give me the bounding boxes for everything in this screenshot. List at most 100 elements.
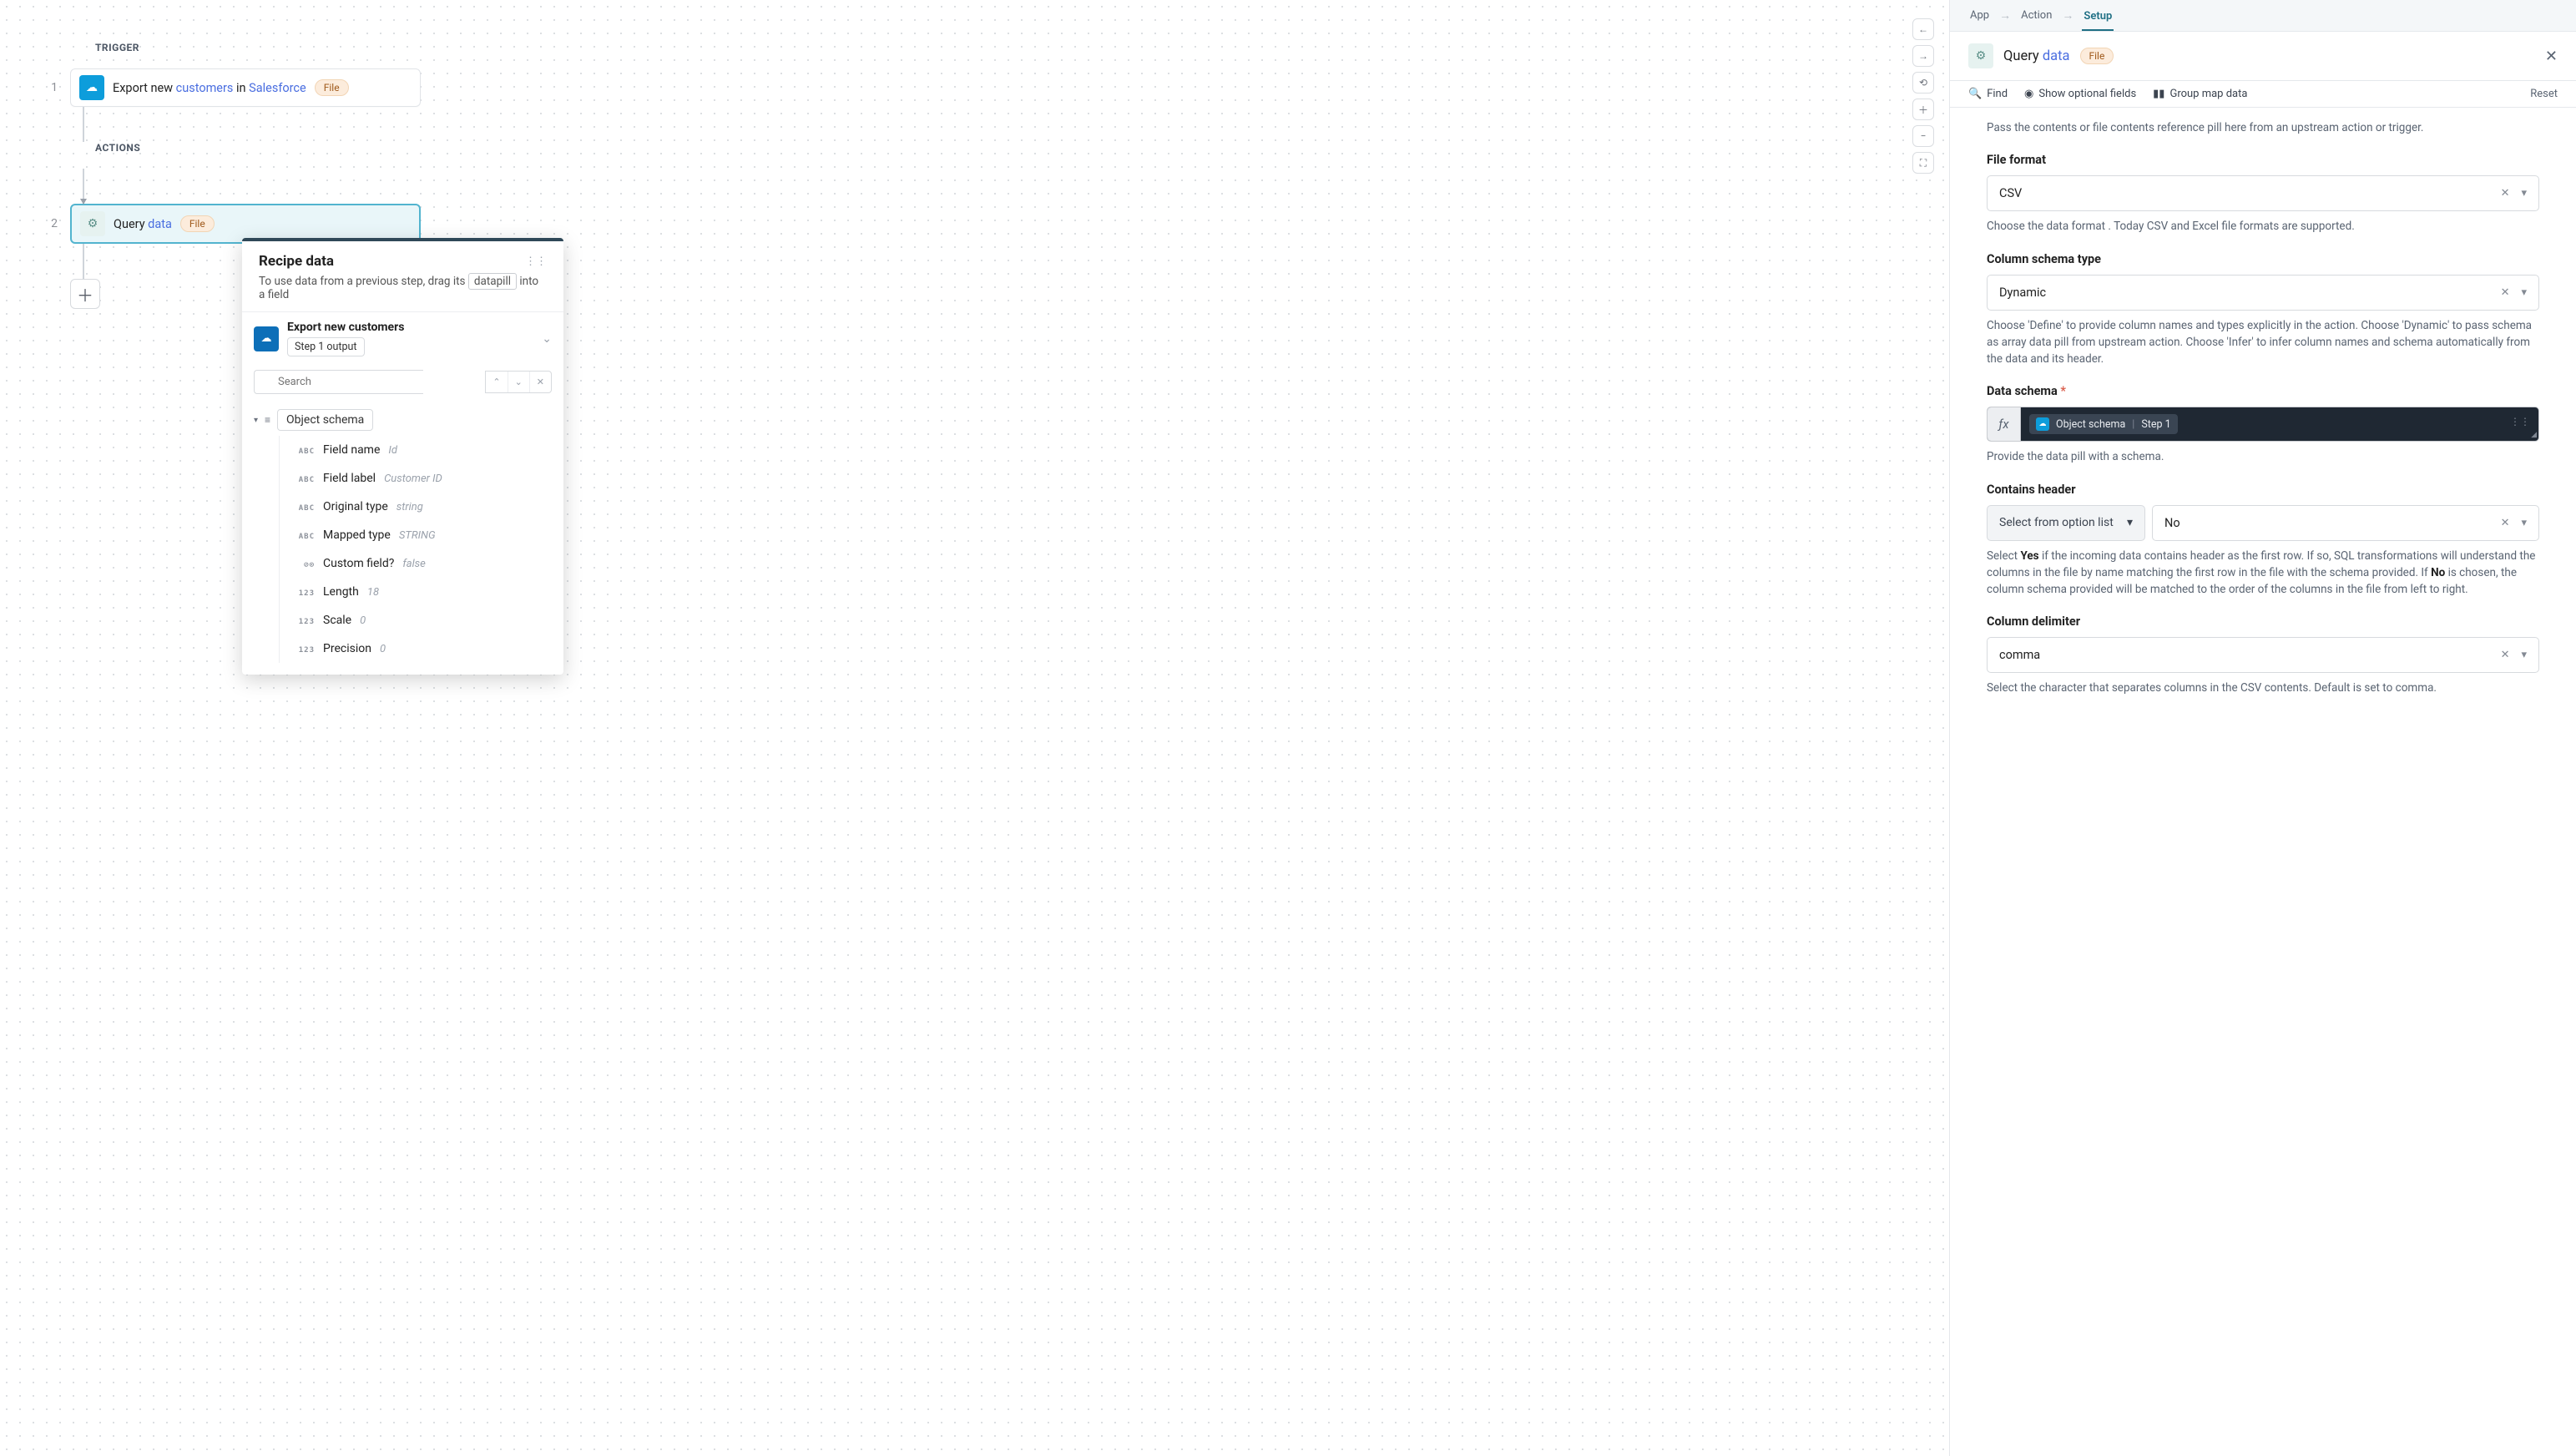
contains-header-helper: Select Yes if the incoming data contains… — [1987, 548, 2539, 599]
collapse-up-icon[interactable]: ⌃ — [486, 372, 507, 392]
column-delimiter-helper: Select the character that separates colu… — [1987, 680, 2539, 696]
recipe-data-title: Recipe data — [259, 253, 334, 270]
clear-icon[interactable]: ✕ — [2501, 286, 2510, 299]
chevron-down-icon[interactable]: ▾ — [2521, 649, 2527, 661]
file-badge: File — [2080, 48, 2114, 64]
datapill-item[interactable]: ABCMapped typeSTRING — [280, 521, 552, 549]
step-1-text: Export new customers in Salesforce — [113, 81, 306, 95]
canvas-undo-button[interactable]: ⟲ — [1912, 72, 1934, 94]
search-controls: ⌃ ⌄ ✕ — [485, 371, 552, 393]
resize-handle-icon[interactable]: ◢ — [2531, 431, 2537, 439]
config-title: Query data — [2003, 48, 2070, 64]
contains-header-label: Contains header — [1987, 483, 2539, 497]
drag-handle-icon[interactable]: ⋮⋮ — [525, 255, 547, 268]
close-panel-button[interactable]: ✕ — [2545, 48, 2558, 65]
config-form: Pass the contents or file contents refer… — [1950, 108, 2576, 1456]
datapill-item[interactable]: ABCField nameId — [280, 436, 552, 464]
clear-icon[interactable]: ✕ — [2501, 187, 2510, 200]
connector-line — [83, 107, 84, 142]
tab-setup[interactable]: Setup — [2082, 2, 2114, 31]
salesforce-icon: ☁︎ — [79, 75, 104, 100]
config-tabs: App → Action → Setup — [1950, 0, 2576, 32]
connector-line — [83, 244, 84, 279]
canvas-fit-button[interactable]: ⛶ — [1912, 152, 1934, 174]
data-schema-formula-input[interactable]: ƒx ☁︎ Object schema | Step 1 ⋮⋮ ◢ — [1987, 407, 2539, 442]
chevron-down-icon[interactable]: ▾ — [2521, 286, 2527, 299]
clear-search-icon[interactable]: ✕ — [529, 372, 551, 392]
step-1-row[interactable]: 1 ☁︎ Export new customers in Salesforce … — [50, 68, 1899, 107]
list-icon: ≡ — [265, 414, 270, 426]
columns-icon: ▮▮ — [2153, 88, 2164, 100]
recipe-canvas: ← → ⟲ ＋ − ⛶ TRIGGER 1 ☁︎ Export new cust… — [0, 0, 1950, 1456]
file-tools-icon: ⚙ — [80, 211, 105, 236]
chevron-down-icon[interactable]: ▾ — [2521, 517, 2527, 529]
datapill-item[interactable]: 123Scale0 — [280, 606, 552, 634]
salesforce-icon: ☁︎ — [254, 326, 279, 351]
drag-handle-icon[interactable]: ⋮⋮ — [2510, 416, 2530, 427]
datapill-item[interactable]: 123Length18 — [280, 578, 552, 606]
input-mode-select[interactable]: Select from option list ▾ — [1987, 505, 2145, 541]
canvas-zoom-out-button[interactable]: − — [1912, 125, 1934, 147]
pass-contents-helper: Pass the contents or file contents refer… — [1987, 119, 2539, 136]
object-schema-pill[interactable]: Object schema — [277, 409, 373, 431]
chevron-down-icon: ▾ — [2127, 516, 2133, 529]
recipe-data-hint: To use data from a previous step, drag i… — [259, 275, 547, 301]
group-map-data-button[interactable]: ▮▮Group map data — [2153, 88, 2247, 100]
file-badge: File — [180, 215, 215, 232]
file-tools-icon: ⚙ — [1968, 43, 1993, 68]
file-format-label: File format — [1987, 153, 2539, 167]
column-delimiter-select[interactable]: comma ✕▾ — [1987, 637, 2539, 673]
step-number: 2 — [50, 217, 58, 230]
file-format-select[interactable]: CSV ✕▾ — [1987, 175, 2539, 211]
canvas-forward-button[interactable]: → — [1912, 45, 1934, 67]
column-schema-type-helper: Choose 'Define' to provide column names … — [1987, 317, 2539, 368]
expand-down-icon[interactable]: ⌄ — [508, 372, 529, 392]
data-schema-helper: Provide the data pill with a schema. — [1987, 448, 2539, 465]
formula-mode-button[interactable]: ƒx — [1988, 407, 2021, 441]
recipe-data-panel: Recipe data ⋮⋮ To use data from a previo… — [242, 238, 563, 675]
column-schema-type-select[interactable]: Dynamic ✕▾ — [1987, 275, 2539, 311]
tab-action[interactable]: Action — [2019, 1, 2053, 30]
find-button[interactable]: 🔍Find — [1968, 88, 2008, 100]
canvas-toolbar: ← → ⟲ ＋ − ⛶ — [1912, 18, 1934, 174]
reset-button[interactable]: Reset — [2530, 88, 2558, 100]
datapill-item[interactable]: 123Precision0 — [280, 634, 552, 663]
arrow-right-icon: → — [1999, 8, 2011, 23]
canvas-back-button[interactable]: ← — [1912, 18, 1934, 40]
tab-app[interactable]: App — [1968, 1, 1991, 30]
config-toolbar: 🔍Find ◉Show optional fields ▮▮Group map … — [1950, 81, 2576, 108]
step-number: 1 — [50, 81, 58, 94]
data-source-section[interactable]: ☁︎ Export new customers Step 1 output ⌄ — [242, 311, 563, 365]
datapill-item[interactable]: ABCField labelCustomer ID — [280, 464, 552, 493]
tree-root-row[interactable]: ▾ ≡ Object schema — [254, 404, 552, 436]
column-delimiter-label: Column delimiter — [1987, 614, 2539, 629]
connector-arrow — [83, 169, 84, 204]
collapse-triangle-icon[interactable]: ▾ — [254, 416, 258, 425]
chevron-down-icon[interactable]: ▾ — [2521, 187, 2527, 200]
datapill-search-input[interactable] — [254, 370, 423, 394]
canvas-zoom-in-button[interactable]: ＋ — [1912, 99, 1934, 120]
column-schema-type-label: Column schema type — [1987, 252, 2539, 266]
datapill-item[interactable]: ABCOriginal typestring — [280, 493, 552, 521]
salesforce-icon: ☁︎ — [2036, 417, 2049, 431]
object-schema-datapill[interactable]: ☁︎ Object schema | Step 1 — [2029, 414, 2178, 434]
show-optional-fields-button[interactable]: ◉Show optional fields — [2024, 88, 2136, 100]
trigger-section-label: TRIGGER — [95, 42, 1899, 53]
add-step-button[interactable]: ＋ — [70, 279, 100, 309]
file-badge: File — [315, 79, 349, 96]
config-panel: App → Action → Setup ⚙ Query data File ✕… — [1950, 0, 2576, 1456]
chevron-down-icon[interactable]: ⌄ — [542, 332, 552, 346]
step-output-badge: Step 1 output — [287, 337, 365, 356]
file-format-helper: Choose the data format . Today CSV and E… — [1987, 218, 2539, 235]
step-2-text: Query data — [114, 217, 172, 231]
eye-icon: ◉ — [2024, 88, 2033, 100]
clear-icon[interactable]: ✕ — [2501, 649, 2510, 661]
contains-header-select[interactable]: No ✕▾ — [2152, 505, 2539, 541]
config-titlebar: ⚙ Query data File ✕ — [1950, 32, 2576, 81]
datapill-item[interactable]: ⊘⊙Custom field?false — [280, 549, 552, 578]
actions-section-label: ACTIONS — [95, 142, 1899, 154]
clear-icon[interactable]: ✕ — [2501, 517, 2510, 529]
arrow-right-icon: → — [2062, 8, 2073, 23]
data-source-title: Export new customers — [287, 321, 533, 334]
search-icon: 🔍 — [1968, 88, 1982, 100]
